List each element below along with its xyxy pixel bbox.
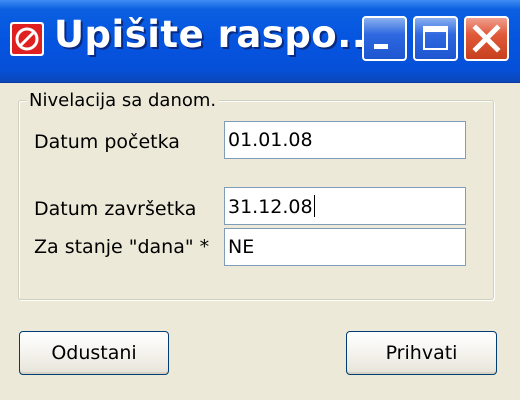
close-button[interactable] [464,16,509,61]
text-caret [313,195,315,217]
state-value: NE [228,236,255,258]
dialog-window: Upišite raspo... Nivelacija sa danom. Da… [0,0,520,400]
group-legend: Nivelacija sa danom. [26,90,220,111]
minimize-icon [374,44,388,49]
end-date-input[interactable]: 31.12.08 [224,187,466,225]
start-date-value: 01.01.08 [228,129,313,151]
app-icon[interactable] [10,22,44,56]
state-input[interactable]: NE [224,228,466,266]
maximize-icon [423,26,448,50]
close-icon [472,24,501,53]
cancel-button[interactable]: Odustani [19,331,169,375]
start-date-input[interactable]: 01.01.08 [224,121,466,159]
end-date-label: Datum završetka [34,198,197,220]
end-date-value: 31.12.08 [228,196,313,218]
maximize-button[interactable] [413,16,458,61]
accept-button[interactable]: Prihvati [346,331,497,375]
start-date-label: Datum početka [34,131,180,153]
title-bar[interactable]: Upišite raspo... [0,0,520,83]
minimize-button[interactable] [362,16,407,61]
state-label: Za stanje "dana" * [34,236,210,258]
window-title: Upišite raspo... [54,13,381,56]
